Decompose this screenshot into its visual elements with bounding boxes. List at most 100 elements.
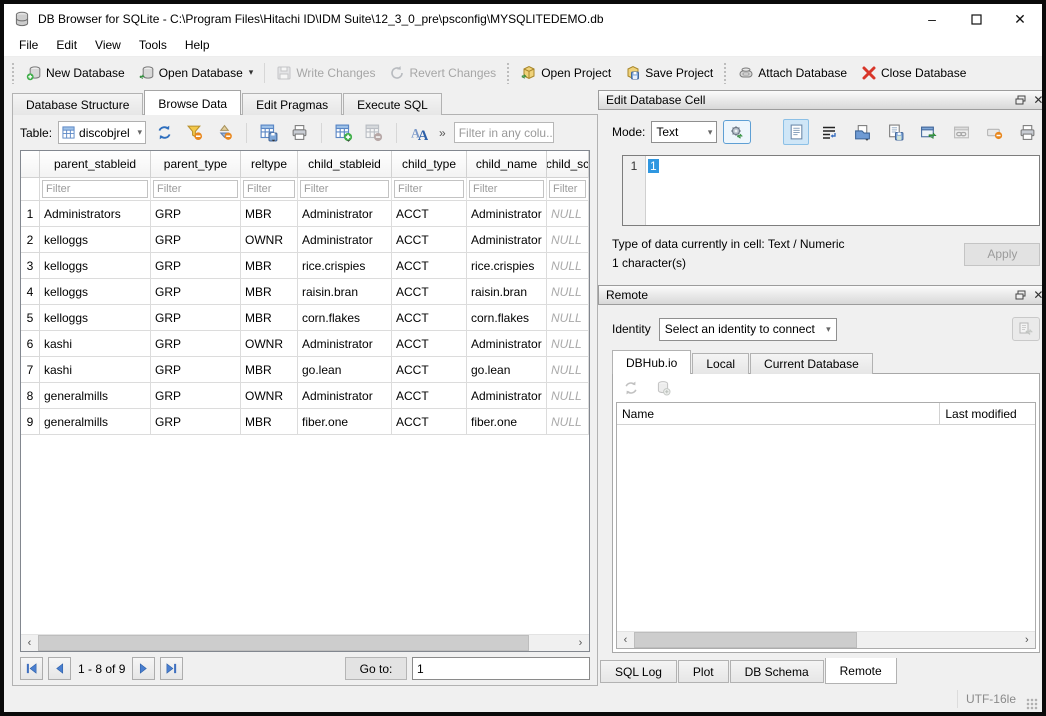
print-table-button[interactable]: [287, 121, 311, 145]
tab-browse-data[interactable]: Browse Data: [144, 90, 241, 115]
table-cell[interactable]: kelloggs: [40, 279, 151, 305]
table-cell[interactable]: OWNR: [241, 227, 298, 253]
table-cell[interactable]: OWNR: [241, 383, 298, 409]
toolbar-drag-handle[interactable]: [506, 62, 511, 84]
identity-select[interactable]: Select an identity to connect ▾: [659, 318, 837, 341]
tab-current-database[interactable]: Current Database: [750, 353, 873, 374]
table-cell[interactable]: GRP: [151, 201, 241, 227]
table-cell[interactable]: go.lean: [298, 357, 392, 383]
last-page-button[interactable]: [160, 657, 183, 680]
table-cell[interactable]: GRP: [151, 383, 241, 409]
tab-sql-log[interactable]: SQL Log: [600, 660, 677, 683]
column-header-reltype[interactable]: reltype: [241, 151, 298, 178]
scroll-right-arrow[interactable]: ›: [572, 637, 589, 649]
tab-plot[interactable]: Plot: [678, 660, 729, 683]
menu-edit[interactable]: Edit: [47, 35, 86, 55]
table-cell[interactable]: MBR: [241, 357, 298, 383]
table-cell[interactable]: Administrator: [467, 201, 547, 227]
table-cell[interactable]: Administrator: [298, 227, 392, 253]
column-header-child_type[interactable]: child_type: [392, 151, 467, 178]
text-mode-button[interactable]: [783, 119, 809, 145]
table-cell[interactable]: MBR: [241, 279, 298, 305]
revert-changes-button[interactable]: Revert Changes: [382, 61, 503, 85]
table-cell[interactable]: OWNR: [241, 331, 298, 357]
row-number[interactable]: 9: [21, 409, 40, 435]
tab-dbhub[interactable]: DBHub.io: [612, 350, 691, 374]
word-wrap-button[interactable]: [816, 119, 842, 145]
scroll-left-arrow[interactable]: ‹: [21, 637, 38, 649]
row-number[interactable]: 6: [21, 331, 40, 357]
save-project-button[interactable]: Save Project: [618, 61, 720, 85]
close-button[interactable]: ✕: [998, 4, 1042, 34]
table-cell[interactable]: GRP: [151, 409, 241, 435]
close-dock-icon[interactable]: ✕: [1029, 287, 1046, 303]
clear-filters-button[interactable]: [182, 121, 206, 145]
table-cell[interactable]: NULL: [547, 357, 589, 383]
clear-sorting-button[interactable]: [212, 121, 236, 145]
table-cell[interactable]: NULL: [547, 383, 589, 409]
table-cell[interactable]: GRP: [151, 253, 241, 279]
tab-local[interactable]: Local: [692, 353, 749, 374]
column-header-parent_stableid[interactable]: parent_stableid: [40, 151, 151, 178]
table-cell[interactable]: NULL: [547, 409, 589, 435]
remote-list-scrollbar[interactable]: ‹ ›: [617, 631, 1035, 648]
table-cell[interactable]: MBR: [241, 253, 298, 279]
row-number[interactable]: 7: [21, 357, 40, 383]
table-cell[interactable]: raisin.bran: [298, 279, 392, 305]
table-cell[interactable]: raisin.bran: [467, 279, 547, 305]
table-cell[interactable]: go.lean: [467, 357, 547, 383]
toolbar-overflow-chevron[interactable]: »: [437, 126, 448, 140]
table-cell[interactable]: NULL: [547, 253, 589, 279]
minimize-button[interactable]: –: [910, 4, 954, 34]
open-database-dropdown[interactable]: ▾: [249, 67, 254, 78]
insert-record-button[interactable]: [332, 121, 356, 145]
goto-button[interactable]: Go to:: [345, 657, 407, 680]
refresh-button[interactable]: [152, 121, 176, 145]
table-cell[interactable]: GRP: [151, 227, 241, 253]
table-cell[interactable]: ACCT: [392, 279, 467, 305]
table-cell[interactable]: ACCT: [392, 409, 467, 435]
first-page-button[interactable]: [20, 657, 43, 680]
table-cell[interactable]: ACCT: [392, 357, 467, 383]
table-cell[interactable]: ACCT: [392, 227, 467, 253]
row-number[interactable]: 5: [21, 305, 40, 331]
table-cell[interactable]: NULL: [547, 201, 589, 227]
toolbar-drag-handle[interactable]: [11, 62, 16, 84]
row-number[interactable]: 8: [21, 383, 40, 409]
table-cell[interactable]: NULL: [547, 279, 589, 305]
table-cell[interactable]: NULL: [547, 305, 589, 331]
table-cell[interactable]: kelloggs: [40, 227, 151, 253]
attach-database-button[interactable]: Attach Database: [731, 61, 854, 85]
float-dock-icon[interactable]: [1011, 92, 1029, 108]
column-filter-input-parent_type[interactable]: [153, 180, 238, 198]
table-cell[interactable]: ACCT: [392, 383, 467, 409]
menu-tools[interactable]: Tools: [130, 35, 176, 55]
table-cell[interactable]: NULL: [547, 331, 589, 357]
tab-database-structure[interactable]: Database Structure: [12, 93, 143, 115]
table-cell[interactable]: corn.flakes: [467, 305, 547, 331]
open-in-external-button[interactable]: [915, 119, 941, 145]
column-filter-input-parent_stableid[interactable]: [42, 180, 148, 198]
grid-horizontal-scrollbar[interactable]: ‹ ›: [21, 634, 589, 651]
scroll-right-arrow[interactable]: ›: [1018, 634, 1035, 646]
write-changes-button[interactable]: Write Changes: [269, 61, 382, 85]
float-dock-icon[interactable]: [1011, 287, 1029, 303]
menu-view[interactable]: View: [86, 35, 130, 55]
scroll-thumb[interactable]: [38, 635, 529, 651]
table-cell[interactable]: rice.crispies: [467, 253, 547, 279]
table-cell[interactable]: ACCT: [392, 305, 467, 331]
cell-editor[interactable]: 1 1: [622, 155, 1040, 226]
scroll-left-arrow[interactable]: ‹: [617, 634, 634, 646]
column-filter-input-child_stableid[interactable]: [300, 180, 389, 198]
table-cell[interactable]: ACCT: [392, 253, 467, 279]
menu-file[interactable]: File: [10, 35, 47, 55]
tab-db-schema[interactable]: DB Schema: [730, 660, 824, 683]
mode-select[interactable]: Text ▾: [651, 121, 717, 143]
table-cell[interactable]: ACCT: [392, 331, 467, 357]
table-cell[interactable]: corn.flakes: [298, 305, 392, 331]
print-font-button[interactable]: AA: [407, 121, 431, 145]
table-cell[interactable]: rice.crispies: [298, 253, 392, 279]
maximize-button[interactable]: [954, 4, 998, 34]
table-cell[interactable]: kelloggs: [40, 305, 151, 331]
resize-grip[interactable]: [1026, 698, 1038, 710]
